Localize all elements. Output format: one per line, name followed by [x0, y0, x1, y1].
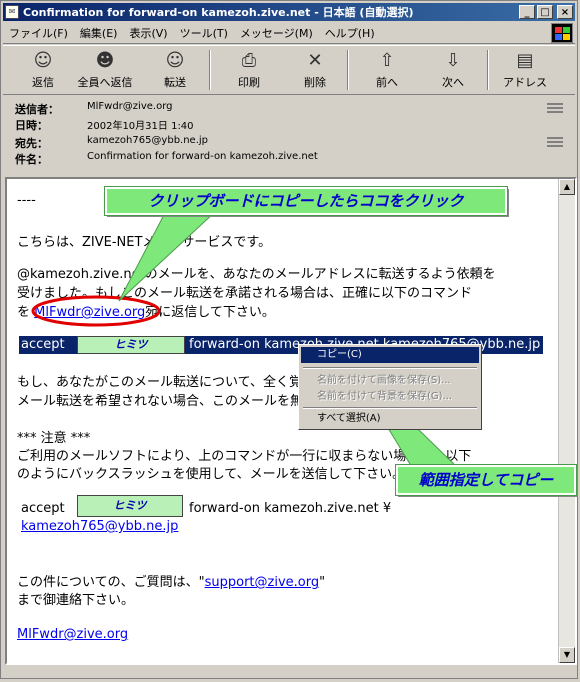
- context-select-all-item[interactable]: すべて選択(A): [301, 411, 479, 427]
- context-copy-item[interactable]: コピー(C): [301, 347, 479, 363]
- status-bar: [3, 667, 575, 679]
- context-separator: [303, 407, 477, 409]
- context-separator: [303, 367, 477, 369]
- mail-window: ✉ Confirmation for forward-on kamezoh.zi…: [0, 0, 578, 679]
- callout-pointers: [118, 210, 461, 470]
- context-save-image-item[interactable]: 名前を付けて画像を保存(S)...: [301, 373, 479, 389]
- callout-click-here: クリップボードにコピーしたらココをクリック: [104, 186, 508, 216]
- context-save-background-item[interactable]: 名前を付けて背景を保存(G)...: [301, 389, 479, 405]
- callout-select-and-copy: 範囲指定してコピー: [395, 464, 577, 496]
- context-menu: コピー(C) 名前を付けて画像を保存(S)... 名前を付けて背景を保存(G).…: [298, 344, 482, 430]
